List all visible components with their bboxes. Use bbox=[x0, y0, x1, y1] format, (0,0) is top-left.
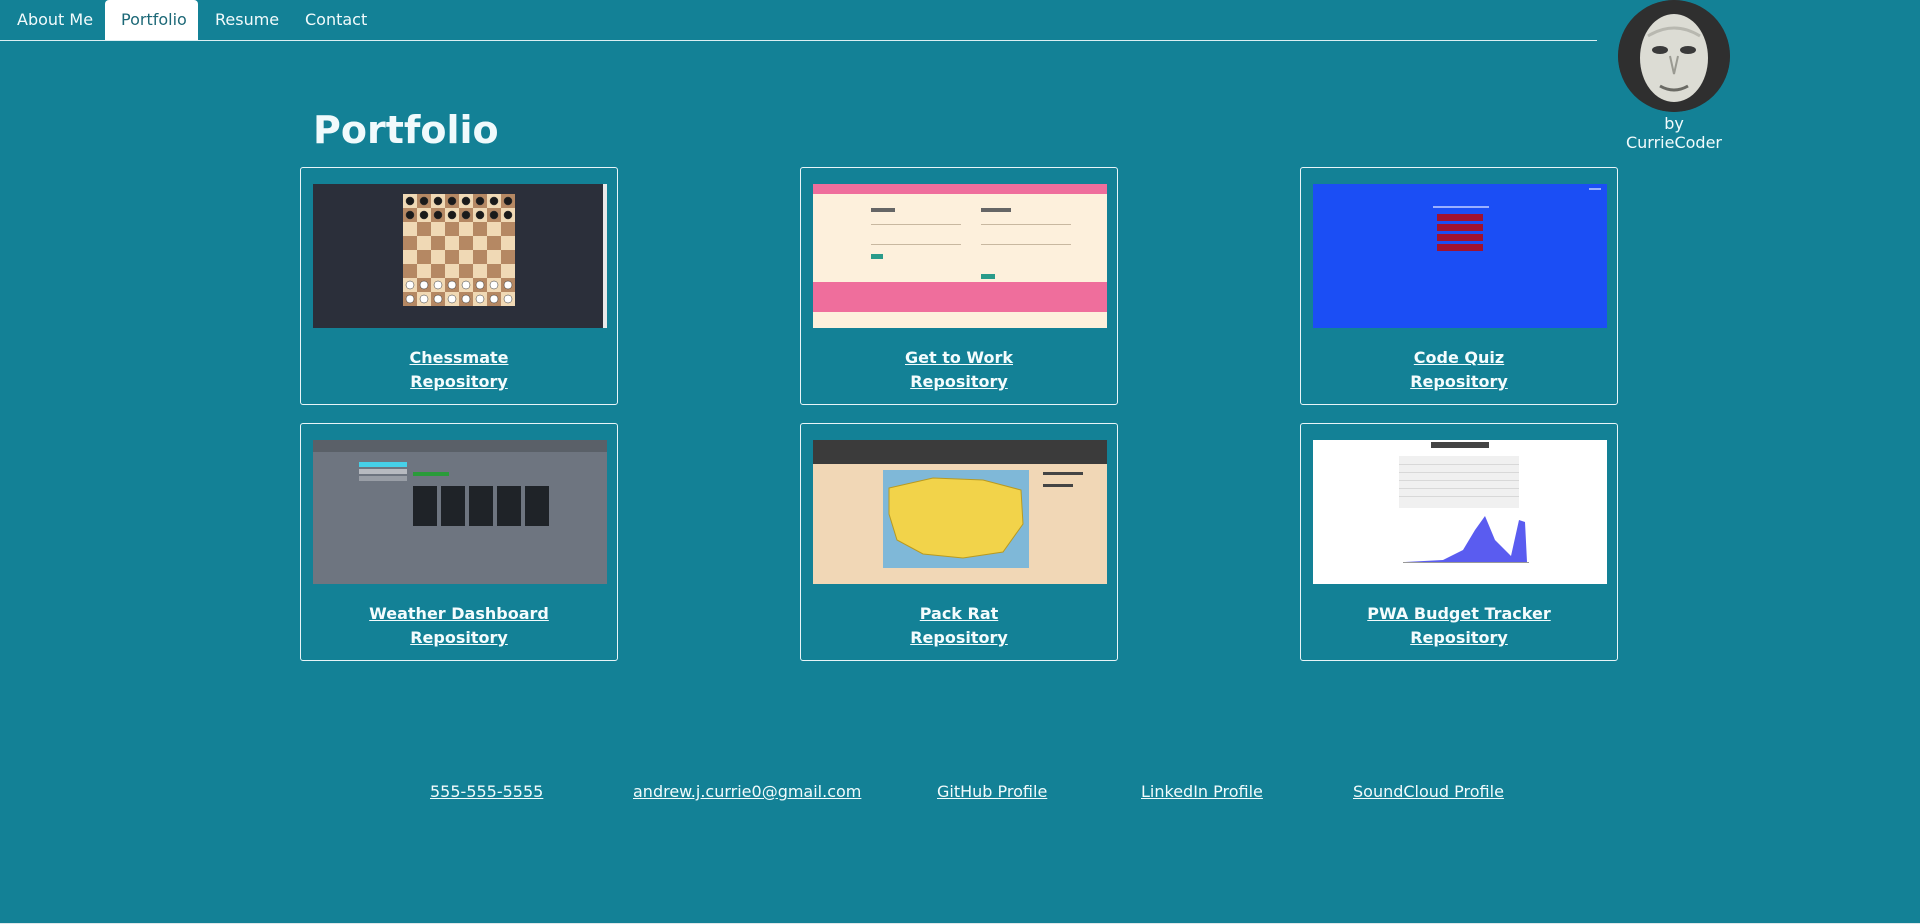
project-card-pack-rat: Pack Rat Repository bbox=[800, 423, 1118, 661]
project-link[interactable]: Get to Work bbox=[801, 346, 1117, 370]
page-title: Portfolio bbox=[313, 108, 499, 152]
soundcloud-profile-link[interactable]: SoundCloud Profile bbox=[1353, 782, 1504, 801]
github-profile-link[interactable]: GitHub Profile bbox=[937, 782, 1047, 801]
project-card-weather-dashboard: Weather Dashboard Repository bbox=[300, 423, 618, 661]
project-link[interactable]: Chessmate bbox=[301, 346, 617, 370]
chessboard-screenshot[interactable] bbox=[313, 184, 607, 328]
project-link[interactable]: Code Quiz bbox=[1301, 346, 1617, 370]
repository-link[interactable]: Repository bbox=[801, 370, 1117, 394]
email-link[interactable]: andrew.j.currie0@gmail.com bbox=[633, 782, 861, 801]
login-signup-screenshot[interactable] bbox=[813, 184, 1107, 328]
card-links: PWA Budget Tracker Repository bbox=[1301, 602, 1617, 650]
repository-link[interactable]: Repository bbox=[1301, 370, 1617, 394]
card-links: Code Quiz Repository bbox=[1301, 346, 1617, 394]
weather-screenshot[interactable] bbox=[313, 440, 607, 584]
nav-portfolio[interactable]: Portfolio bbox=[105, 0, 198, 40]
profile: by CurrieCoder bbox=[1614, 0, 1734, 152]
project-card-chessmate: Chessmate Repository bbox=[300, 167, 618, 405]
usa-map-screenshot[interactable] bbox=[813, 440, 1107, 584]
budget-chart-screenshot[interactable] bbox=[1313, 440, 1607, 584]
card-links: Chessmate Repository bbox=[301, 346, 617, 394]
project-link[interactable]: PWA Budget Tracker bbox=[1301, 602, 1617, 626]
project-card-code-quiz: Code Quiz Repository bbox=[1300, 167, 1618, 405]
top-nav: About Me Portfolio Resume Contact bbox=[0, 0, 1597, 41]
repository-link[interactable]: Repository bbox=[301, 626, 617, 650]
project-link[interactable]: Weather Dashboard bbox=[301, 602, 617, 626]
project-link[interactable]: Pack Rat bbox=[801, 602, 1117, 626]
quiz-screenshot[interactable] bbox=[1313, 184, 1607, 328]
project-card-get-to-work: Get to Work Repository bbox=[800, 167, 1118, 405]
avatar bbox=[1618, 0, 1730, 112]
nav-resume[interactable]: Resume bbox=[199, 0, 295, 40]
phone-link[interactable]: 555-555-5555 bbox=[430, 782, 543, 801]
repository-link[interactable]: Repository bbox=[801, 626, 1117, 650]
card-links: Pack Rat Repository bbox=[801, 602, 1117, 650]
nav-contact[interactable]: Contact bbox=[289, 0, 383, 40]
repository-link[interactable]: Repository bbox=[1301, 626, 1617, 650]
linkedin-profile-link[interactable]: LinkedIn Profile bbox=[1141, 782, 1263, 801]
repository-link[interactable]: Repository bbox=[301, 370, 617, 394]
nav-about-me[interactable]: About Me bbox=[1, 0, 109, 40]
byline: by CurrieCoder bbox=[1625, 114, 1722, 152]
card-links: Weather Dashboard Repository bbox=[301, 602, 617, 650]
mask-face-icon bbox=[1618, 0, 1730, 112]
project-card-pwa-budget-tracker: PWA Budget Tracker Repository bbox=[1300, 423, 1618, 661]
card-links: Get to Work Repository bbox=[801, 346, 1117, 394]
